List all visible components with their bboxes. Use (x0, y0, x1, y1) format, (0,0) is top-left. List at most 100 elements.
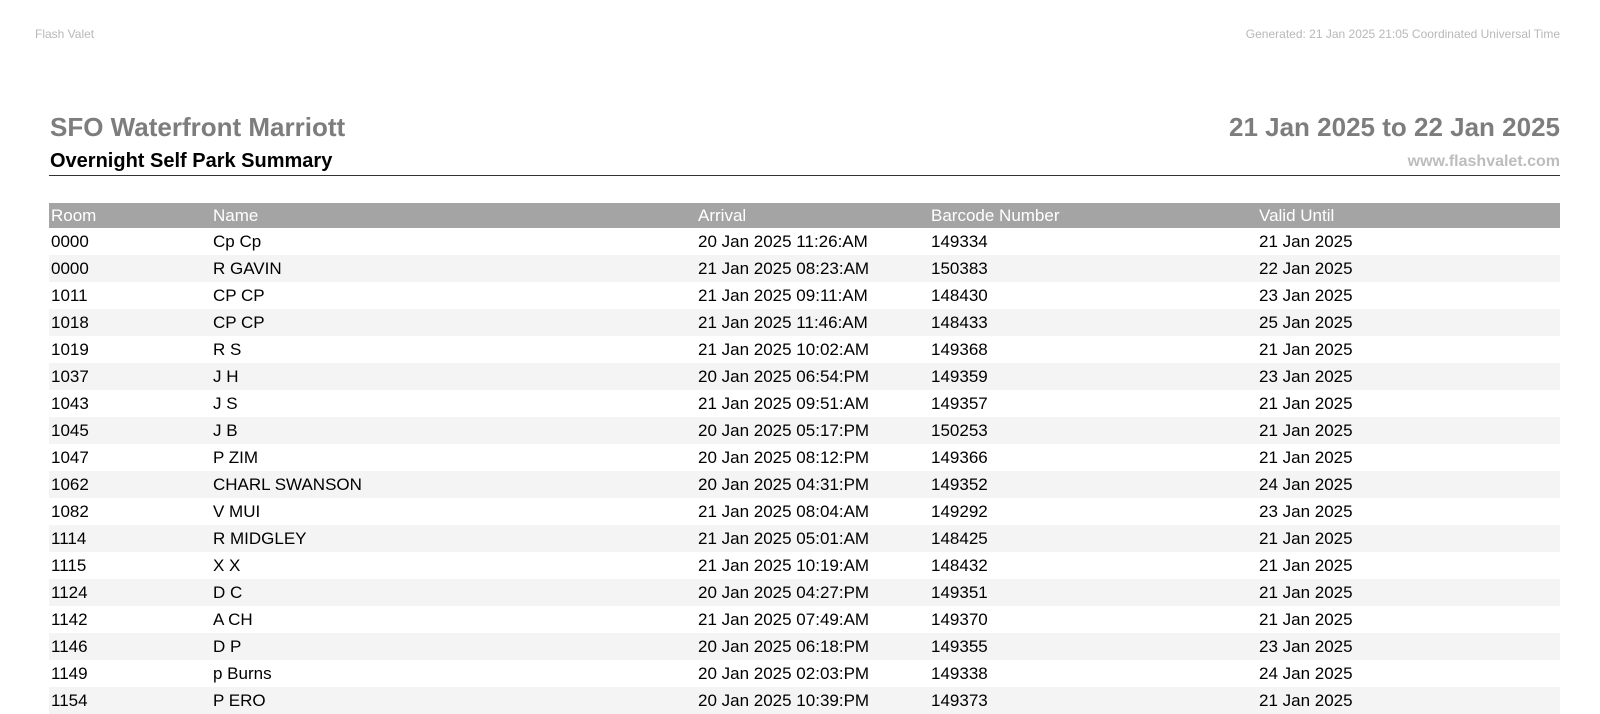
barcode-cell: 149370 (931, 609, 988, 629)
barcode-cell: 148433 (931, 312, 988, 332)
barcode-cell: 149338 (931, 663, 988, 683)
name-cell: R S (213, 339, 242, 359)
barcode-cell: 149352 (931, 474, 988, 494)
table-row: 1011 CP CP 21 Jan 2025 09:11:AM 148430 23 Ja… (49, 282, 1560, 309)
valid-until-cell: 23 Jan 2025 (1259, 636, 1353, 656)
name-cell: D P (213, 636, 242, 656)
table-header: Room Name Arrival Barcode Number Valid U… (49, 203, 1560, 228)
name-cell: CHARL SWANSON (213, 474, 362, 494)
barcode-cell: 149359 (931, 366, 988, 386)
website-link[interactable]: www.flashvalet.com (1408, 153, 1560, 171)
generated-timestamp: Generated: 21 Jan 2025 21:05 Coordinated… (1245, 27, 1560, 41)
room-cell: 1043 (51, 393, 89, 413)
room-cell: 1062 (51, 474, 89, 494)
table-row: 1124 D C 20 Jan 2025 04:27:PM 149351 21 Jan … (49, 579, 1560, 606)
barcode-cell: 150383 (931, 258, 988, 278)
table-row: 1043 J S 21 Jan 2025 09:51:AM 149357 21 Jan … (49, 390, 1560, 417)
arrival-cell: 20 Jan 2025 04:31:PM (698, 474, 870, 494)
arrival-cell: 20 Jan 2025 11:26:AM (698, 231, 868, 251)
arrival-cell: 20 Jan 2025 10:39:PM (698, 690, 870, 710)
valid-until-cell: 22 Jan 2025 (1259, 258, 1353, 278)
room-cell: 1082 (51, 501, 89, 521)
room-cell: 1047 (51, 447, 89, 467)
table-body: 0000 Cp Cp 20 Jan 2025 11:26:AM 149334 21 Ja… (49, 228, 1560, 714)
arrival-cell: 21 Jan 2025 08:04:AM (698, 501, 870, 521)
table-row: 1115 X X 21 Jan 2025 10:19:AM 148432 21 Jan … (49, 552, 1560, 579)
barcode-cell: 148425 (931, 528, 988, 548)
arrival-cell: 21 Jan 2025 11:46:AM (698, 312, 868, 332)
valid-until-cell: 21 Jan 2025 (1259, 690, 1353, 710)
name-cell: CP CP (213, 312, 265, 332)
valid-until-cell: 21 Jan 2025 (1259, 555, 1353, 575)
barcode-cell: 149334 (931, 231, 988, 251)
table-row: 0000 R GAVIN 21 Jan 2025 08:23:AM 150383 22 … (49, 255, 1560, 282)
room-cell: 0000 (51, 258, 89, 278)
app-name: Flash Valet (35, 27, 95, 41)
room-cell: 1037 (51, 366, 89, 386)
valid-until-cell: 25 Jan 2025 (1259, 312, 1353, 332)
name-cell: V MUI (213, 501, 261, 521)
table-row: 1018 CP CP 21 Jan 2025 11:46:AM 148433 25 Ja… (49, 309, 1560, 336)
arrival-cell: 20 Jan 2025 06:54:PM (698, 366, 870, 386)
header-divider (49, 175, 1560, 176)
table-row: 0000 Cp Cp 20 Jan 2025 11:26:AM 149334 21 Ja… (49, 228, 1560, 255)
valid-until-cell: 23 Jan 2025 (1259, 366, 1353, 386)
barcode-cell: 149357 (931, 393, 988, 413)
table-row: 1114 R MIDGLEY 21 Jan 2025 05:01:AM 148425 2… (49, 525, 1560, 552)
name-cell: CP CP (213, 285, 265, 305)
valid-until-cell: 23 Jan 2025 (1259, 285, 1353, 305)
table-row: 1082 V MUI 21 Jan 2025 08:04:AM 149292 23 Ja… (49, 498, 1560, 525)
valid-until-cell: 21 Jan 2025 (1259, 231, 1353, 251)
valid-until-cell: 23 Jan 2025 (1259, 501, 1353, 521)
arrival-cell: 20 Jan 2025 06:18:PM (698, 636, 870, 656)
room-cell: 1114 (51, 528, 87, 548)
table-row: 1062 CHARL SWANSON 20 Jan 2025 04:31:PM 149… (49, 471, 1560, 498)
arrival-cell: 20 Jan 2025 05:17:PM (698, 420, 870, 440)
name-cell: R GAVIN (213, 258, 282, 278)
room-cell: 1019 (51, 339, 89, 359)
barcode-cell: 150253 (931, 420, 988, 440)
arrival-cell: 21 Jan 2025 05:01:AM (698, 528, 870, 548)
name-cell: D C (213, 582, 243, 602)
valid-until-cell: 21 Jan 2025 (1259, 393, 1353, 413)
arrival-cell: 21 Jan 2025 10:19:AM (698, 555, 870, 575)
barcode-cell: 149351 (931, 582, 988, 602)
hotel-name: SFO Waterfront Marriott (50, 112, 346, 142)
table-row: 1037 J H 20 Jan 2025 06:54:PM 149359 23 Jan … (49, 363, 1560, 390)
column-header-name: Name (213, 205, 259, 225)
room-cell: 1018 (51, 312, 89, 332)
arrival-cell: 20 Jan 2025 08:12:PM (698, 447, 870, 467)
column-header-barcode: Barcode Number (931, 205, 1060, 225)
table-row: 1047 P ZIM 20 Jan 2025 08:12:PM 149366 21 Ja… (49, 444, 1560, 471)
table-row: 1146 D P 20 Jan 2025 06:18:PM 149355 23 Jan … (49, 633, 1560, 660)
barcode-cell: 148432 (931, 555, 988, 575)
room-cell: 1124 (51, 582, 88, 602)
room-cell: 1146 (51, 636, 88, 656)
arrival-cell: 21 Jan 2025 08:23:AM (698, 258, 870, 278)
valid-until-cell: 21 Jan 2025 (1259, 609, 1353, 629)
column-header-room: Room (51, 205, 97, 225)
table-row: 1045 J B 20 Jan 2025 05:17:PM 150253 21 Jan … (49, 417, 1560, 444)
valid-until-cell: 21 Jan 2025 (1259, 420, 1353, 440)
room-cell: 1045 (51, 420, 89, 440)
arrival-cell: 21 Jan 2025 09:51:AM (698, 393, 870, 413)
room-cell: 0000 (51, 231, 89, 251)
table-row: 1142 A CH 21 Jan 2025 07:49:AM 149370 21 Jan… (49, 606, 1560, 633)
parking-table: Room Name Arrival Barcode Number Valid U… (49, 203, 1560, 714)
barcode-cell: 149355 (931, 636, 988, 656)
table-row: 1019 R S 21 Jan 2025 10:02:AM 149368 21 Jan … (49, 336, 1560, 363)
name-cell: p Burns (213, 663, 272, 683)
arrival-cell: 20 Jan 2025 02:03:PM (698, 663, 870, 683)
barcode-cell: 149368 (931, 339, 988, 359)
name-cell: P ZIM (213, 447, 259, 467)
valid-until-cell: 21 Jan 2025 (1259, 447, 1353, 467)
arrival-cell: 21 Jan 2025 09:11:AM (698, 285, 868, 305)
valid-until-cell: 21 Jan 2025 (1259, 339, 1353, 359)
name-cell: Cp Cp (213, 231, 262, 251)
arrival-cell: 21 Jan 2025 07:49:AM (698, 609, 870, 629)
report-title: Overnight Self Park Summary (50, 150, 333, 172)
barcode-cell: 149373 (931, 690, 988, 710)
name-cell: P ERO (213, 690, 266, 710)
barcode-cell: 149366 (931, 447, 988, 467)
valid-until-cell: 24 Jan 2025 (1259, 663, 1353, 683)
